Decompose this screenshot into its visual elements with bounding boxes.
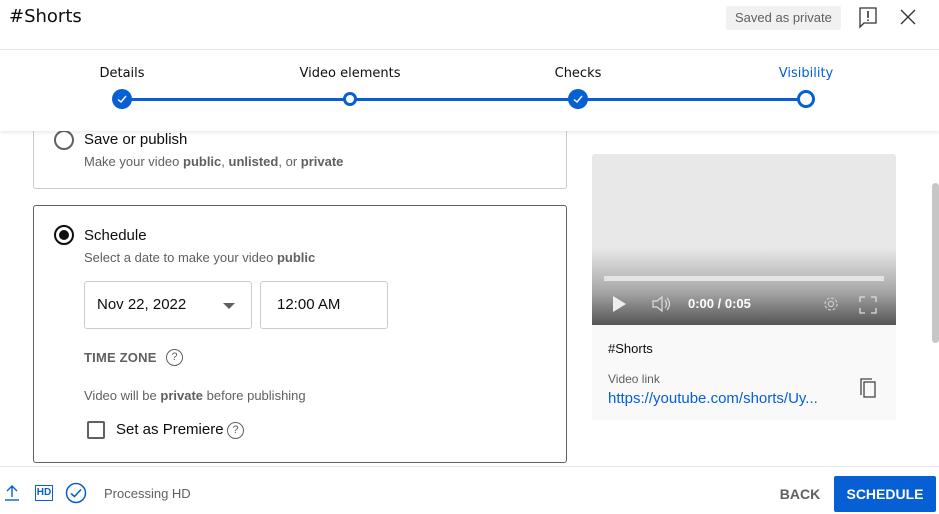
schedule-option[interactable]: Schedule Select a date to make your vide… [33,205,567,463]
video-player[interactable]: 0:00 / 0:05 [592,154,896,325]
time-zone-help-icon[interactable]: ? [166,349,183,366]
settings-gear-icon[interactable] [822,295,840,313]
save-or-publish-description: Make your video public, unlisted, or pri… [84,154,343,169]
desc-private: private [300,154,344,169]
schedule-radio[interactable] [54,225,74,245]
feedback-icon[interactable] [858,7,878,29]
video-time-readout: 0:00 / 0:05 [688,296,751,311]
step-visibility-label[interactable]: Visibility [779,66,833,81]
time-zone-label: TIME ZONE [84,350,157,365]
desc-unlisted: unlisted [228,154,279,169]
dropdown-arrow-icon [223,303,235,309]
scrollbar-thumb[interactable] [932,183,939,343]
step-video-elements-dot[interactable] [343,92,357,106]
upload-icon [5,485,19,501]
play-icon[interactable] [613,296,626,312]
video-progress-bar[interactable] [604,276,884,281]
step-details-label[interactable]: Details [99,66,144,81]
premiere-checkbox[interactable] [87,421,105,439]
video-preview-card: 0:00 / 0:05 #Shorts Video link https://y… [592,154,896,420]
checks-complete-icon [65,482,87,504]
step-checks-label[interactable]: Checks [555,66,602,81]
private-note: Video will be private before publishing [84,388,306,403]
video-link-url[interactable]: https://youtube.com/shorts/Uy... [608,390,828,407]
date-picker[interactable]: Nov 22, 2022 [84,281,252,329]
note-text: before publishing [203,388,306,403]
copy-icon[interactable] [858,377,878,399]
dialog-footer: HD Processing HD BACK SCHEDULE [0,466,939,514]
upload-dialog: #Shorts Saved as private Details Video e… [0,0,939,514]
schedule-button[interactable]: SCHEDULE [834,476,936,512]
save-or-publish-title: Save or publish [84,131,188,148]
desc-text: Select a date to make your video [84,250,277,265]
desc-text: Make your video [84,154,183,169]
time-picker[interactable]: 12:00 AM [260,281,388,329]
schedule-title: Schedule [84,227,147,244]
processing-status: Processing HD [104,486,191,501]
stepper-line [122,98,806,101]
step-checks-check-icon[interactable] [568,89,588,109]
video-link-label: Video link [608,372,660,386]
step-details-check-icon[interactable] [112,89,132,109]
save-or-publish-radio[interactable] [54,130,74,150]
desc-sep: , [221,154,229,169]
desc-public: public [183,154,222,169]
step-video-elements-label[interactable]: Video elements [300,66,401,81]
back-button[interactable]: BACK [770,476,830,512]
step-visibility-dot[interactable] [797,90,815,108]
dialog-header: #Shorts Saved as private [0,0,939,50]
saved-status-badge: Saved as private [726,6,841,30]
time-value: 12:00 AM [277,296,341,313]
schedule-description: Select a date to make your video public [84,250,315,265]
premiere-label[interactable]: Set as Premiere [116,421,224,438]
desc-sep: , or [278,154,301,169]
preview-video-title: #Shorts [608,341,653,356]
note-text: Video will be [84,388,161,403]
progress-stepper: Details Video elements Checks Visibility [0,51,939,131]
volume-icon[interactable] [651,295,673,313]
close-icon[interactable] [899,8,917,26]
note-private: private [160,388,204,403]
date-value: Nov 22, 2022 [97,296,187,313]
premiere-help-icon[interactable]: ? [227,422,244,439]
dialog-title: #Shorts [9,6,82,27]
fullscreen-icon[interactable] [859,296,877,314]
desc-public: public [276,250,316,265]
hd-icon: HD [35,485,53,501]
